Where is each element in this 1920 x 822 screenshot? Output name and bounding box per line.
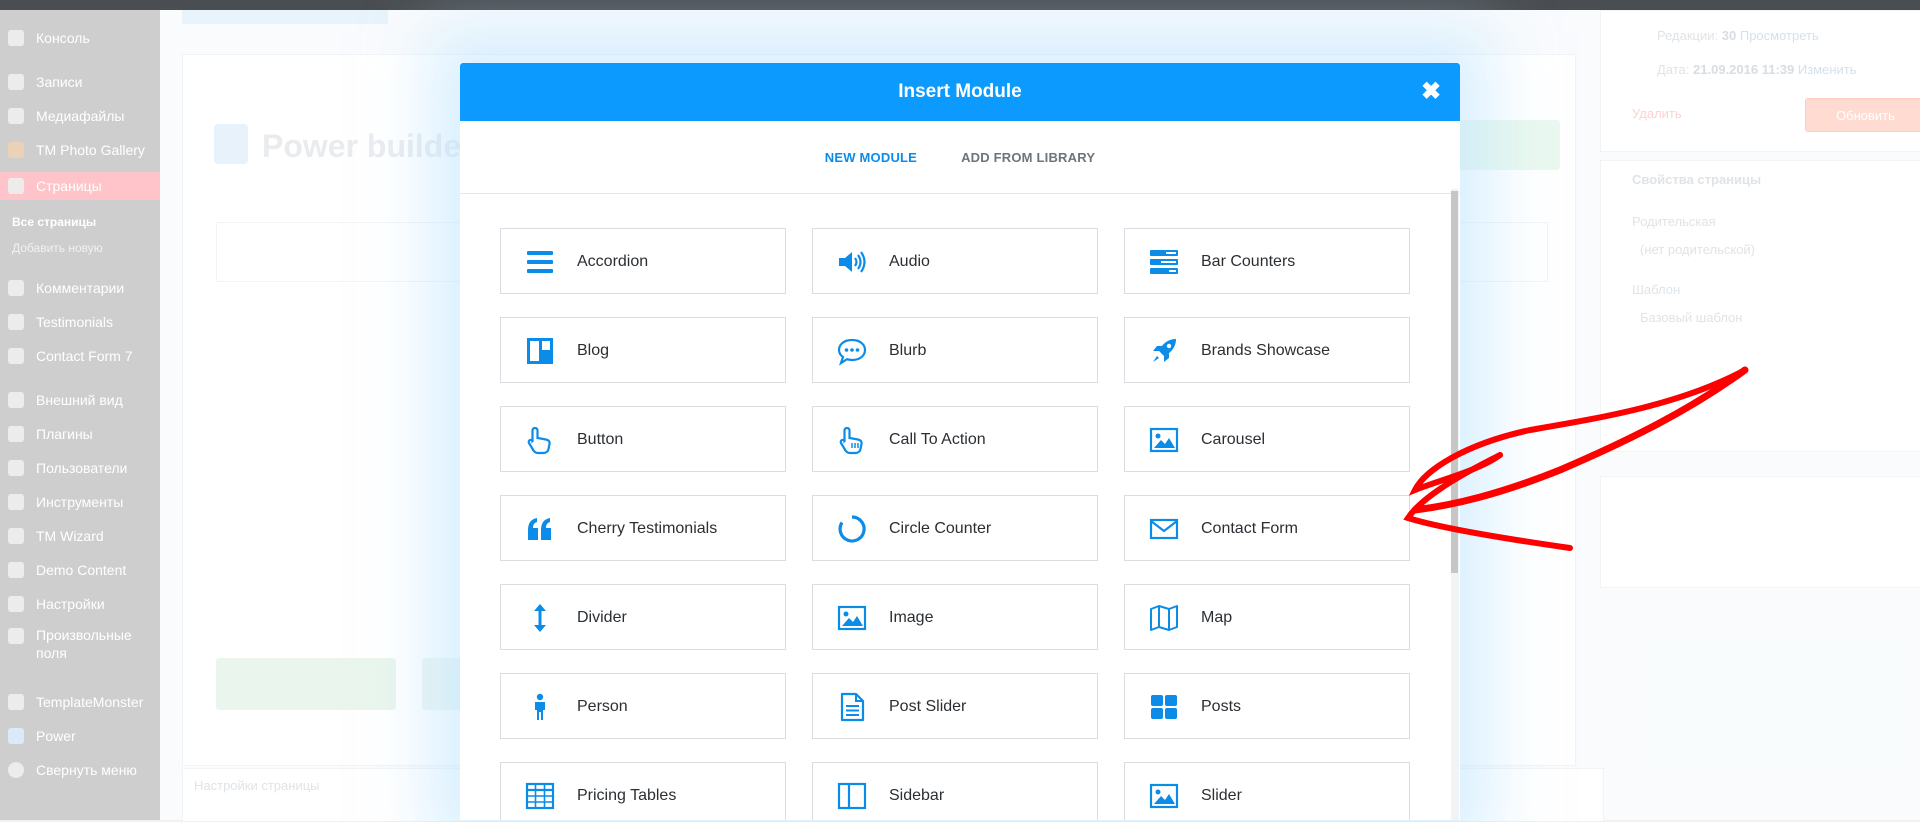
- image-icon: [1149, 783, 1179, 809]
- module-label: Cherry Testimonials: [577, 520, 718, 537]
- pointer-hand-icon: [527, 426, 551, 455]
- insert-module-dialog: Insert Module ✖ NEW MODULE ADD FROM LIBR…: [460, 63, 1460, 820]
- module-cherry-testimonials[interactable]: Cherry Testimonials: [500, 495, 786, 561]
- sidebar-icon: [837, 782, 867, 810]
- module-label: Posts: [1201, 698, 1242, 715]
- module-label: Carousel: [1201, 431, 1266, 448]
- modal-header: Insert Module ✖: [460, 63, 1460, 121]
- module-label: Divider: [577, 609, 627, 626]
- module-map[interactable]: Map: [1124, 584, 1410, 650]
- grid-icon: [1151, 695, 1177, 719]
- module-sidebar[interactable]: Sidebar: [812, 762, 1098, 820]
- module-label: Post Slider: [889, 698, 967, 715]
- module-audio[interactable]: Audio: [812, 228, 1098, 294]
- module-post-slider[interactable]: Post Slider: [812, 673, 1098, 739]
- envelope-icon: [1149, 518, 1179, 540]
- vertical-arrows-icon: [534, 604, 546, 632]
- module-button[interactable]: Button: [500, 406, 786, 472]
- module-slider[interactable]: Slider: [1124, 762, 1410, 820]
- map-icon: [1150, 605, 1178, 631]
- tab-new-module[interactable]: NEW MODULE: [825, 150, 917, 165]
- blog-icon: [527, 338, 553, 364]
- module-label: Contact Form: [1201, 520, 1298, 537]
- module-label: Blog: [577, 342, 610, 359]
- module-label: Person: [577, 698, 628, 715]
- module-blurb[interactable]: Blurb: [812, 317, 1098, 383]
- bar-counters-icon: [1150, 250, 1178, 274]
- module-circle-counter[interactable]: Circle Counter: [812, 495, 1098, 561]
- module-list-scrollbar-thumb[interactable]: [1451, 191, 1458, 573]
- image-icon: [1149, 427, 1179, 453]
- module-accordion[interactable]: Accordion: [500, 228, 786, 294]
- close-icon[interactable]: ✖: [1420, 80, 1442, 104]
- module-label: Image: [889, 609, 934, 626]
- accordion-icon: [527, 251, 553, 273]
- tab-add-from-library[interactable]: ADD FROM LIBRARY: [961, 150, 1095, 165]
- quote-icon: [528, 518, 551, 540]
- module-brands-showcase[interactable]: Brands Showcase: [1124, 317, 1410, 383]
- module-label: Sidebar: [889, 787, 945, 804]
- module-label: Bar Counters: [1201, 253, 1296, 270]
- person-icon: [535, 693, 545, 720]
- document-icon: [840, 692, 865, 722]
- table-icon: [525, 782, 555, 810]
- module-call-to-action[interactable]: Call To Action: [812, 406, 1098, 472]
- module-label: Call To Action: [889, 431, 986, 448]
- module-label: Pricing Tables: [577, 787, 677, 804]
- blurb-icon: [837, 338, 867, 366]
- rocket-icon: [1153, 339, 1176, 362]
- module-tabs: NEW MODULE ADD FROM LIBRARY: [460, 121, 1460, 194]
- module-carousel[interactable]: Carousel: [1124, 406, 1410, 472]
- module-label: Accordion: [577, 253, 649, 270]
- module-label: Brands Showcase: [1201, 342, 1330, 359]
- module-label: Audio: [889, 253, 930, 270]
- module-bar-counters[interactable]: Bar Counters: [1124, 228, 1410, 294]
- modal-title: Insert Module: [898, 81, 1022, 102]
- audio-icon: [839, 251, 866, 273]
- module-label: Circle Counter: [889, 520, 992, 537]
- module-contact-form[interactable]: Contact Form: [1124, 495, 1410, 561]
- module-label: Slider: [1201, 787, 1242, 804]
- module-posts[interactable]: Posts: [1124, 673, 1410, 739]
- module-label: Map: [1201, 609, 1233, 626]
- module-label: Button: [577, 431, 624, 448]
- module-label: Blurb: [889, 342, 927, 359]
- module-image[interactable]: Image: [812, 584, 1098, 650]
- module-blog[interactable]: Blog: [500, 317, 786, 383]
- module-divider[interactable]: Divider: [500, 584, 786, 650]
- pointer-hand-icon: [839, 426, 863, 455]
- module-pricing-tables[interactable]: Pricing Tables: [500, 762, 786, 820]
- image-icon: [837, 605, 867, 631]
- module-person[interactable]: Person: [500, 673, 786, 739]
- circle-counter-icon: [838, 515, 866, 543]
